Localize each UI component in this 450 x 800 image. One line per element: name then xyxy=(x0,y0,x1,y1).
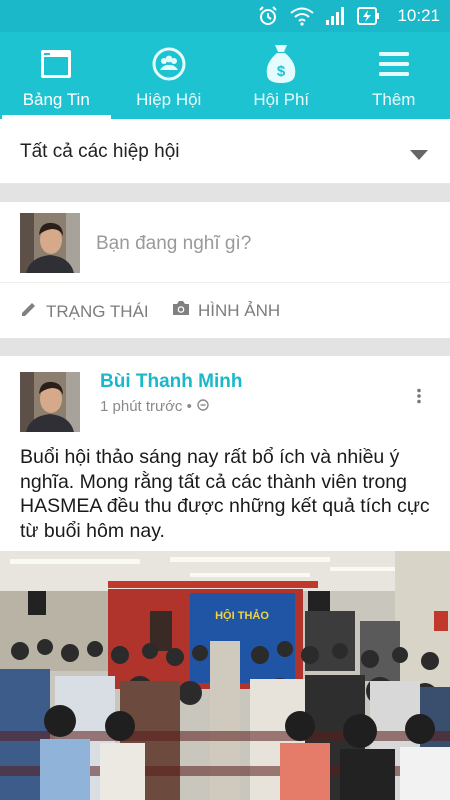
status-button[interactable]: TRẠNG THÁI xyxy=(20,300,149,323)
photo-button[interactable]: HÌNH ẢNH xyxy=(172,300,280,321)
status-icons: 10:21 xyxy=(257,0,450,32)
post-meta: 1 phút trước • xyxy=(100,398,209,415)
post-author[interactable]: Bùi Thanh Minh xyxy=(100,371,242,393)
tab-bar: Bảng Tin Hiệp Hội $ Hội Phí Thêm xyxy=(0,32,450,119)
tab-more[interactable]: Thêm xyxy=(338,32,450,119)
pencil-icon xyxy=(20,300,38,323)
tab-fees[interactable]: $ Hội Phí xyxy=(225,32,338,119)
status-time: 10:21 xyxy=(397,6,440,25)
signal-icon xyxy=(325,6,347,26)
tab-label: Bảng Tin xyxy=(22,90,90,109)
svg-text:$: $ xyxy=(277,63,286,80)
feed-post: Bùi Thanh Minh 1 phút trước • Buổi hội t… xyxy=(0,356,450,800)
divider xyxy=(0,282,450,283)
tab-newsfeed[interactable]: Bảng Tin xyxy=(0,32,113,119)
dropdown-arrow-icon xyxy=(410,147,428,165)
tab-label: Hội Phí xyxy=(253,90,310,109)
money-bag-icon: $ xyxy=(264,42,298,86)
filter-selected-value: Tất cả các hiệp hội xyxy=(20,141,180,162)
association-filter[interactable]: Tất cả các hiệp hội xyxy=(0,119,450,184)
author-avatar[interactable] xyxy=(20,372,80,432)
post-photo[interactable]: HỘI THẢO xyxy=(0,551,450,800)
photo-banner-title: HỘI THẢO xyxy=(215,609,269,622)
status-button-label: TRẠNG THÁI xyxy=(46,301,149,321)
more-options-icon[interactable] xyxy=(416,388,422,409)
privacy-icon xyxy=(197,398,209,415)
section-divider xyxy=(0,184,450,202)
post-composer: Bạn đang nghĩ gì? TRẠNG THÁI HÌNH ẢNH xyxy=(0,202,450,338)
photo-button-label: HÌNH ẢNH xyxy=(198,300,281,320)
tab-association[interactable]: Hiệp Hội xyxy=(113,32,226,119)
status-input[interactable]: Bạn đang nghĩ gì? xyxy=(96,233,251,255)
tab-label: Thêm xyxy=(372,90,416,109)
wifi-icon xyxy=(289,6,315,26)
tab-label: Hiệp Hội xyxy=(136,90,202,109)
newsfeed-icon xyxy=(39,42,73,86)
post-text: Buổi hội thảo sáng nay rất bổ ích và nhi… xyxy=(20,446,430,542)
association-icon xyxy=(151,42,187,86)
camera-icon xyxy=(172,300,190,321)
section-divider xyxy=(0,338,450,356)
avatar xyxy=(20,213,80,273)
battery-charging-icon xyxy=(357,6,381,26)
alarm-icon xyxy=(257,5,279,27)
status-bar: 10:21 xyxy=(0,0,450,32)
menu-icon xyxy=(378,42,410,86)
post-time: 1 phút trước • xyxy=(100,398,192,415)
